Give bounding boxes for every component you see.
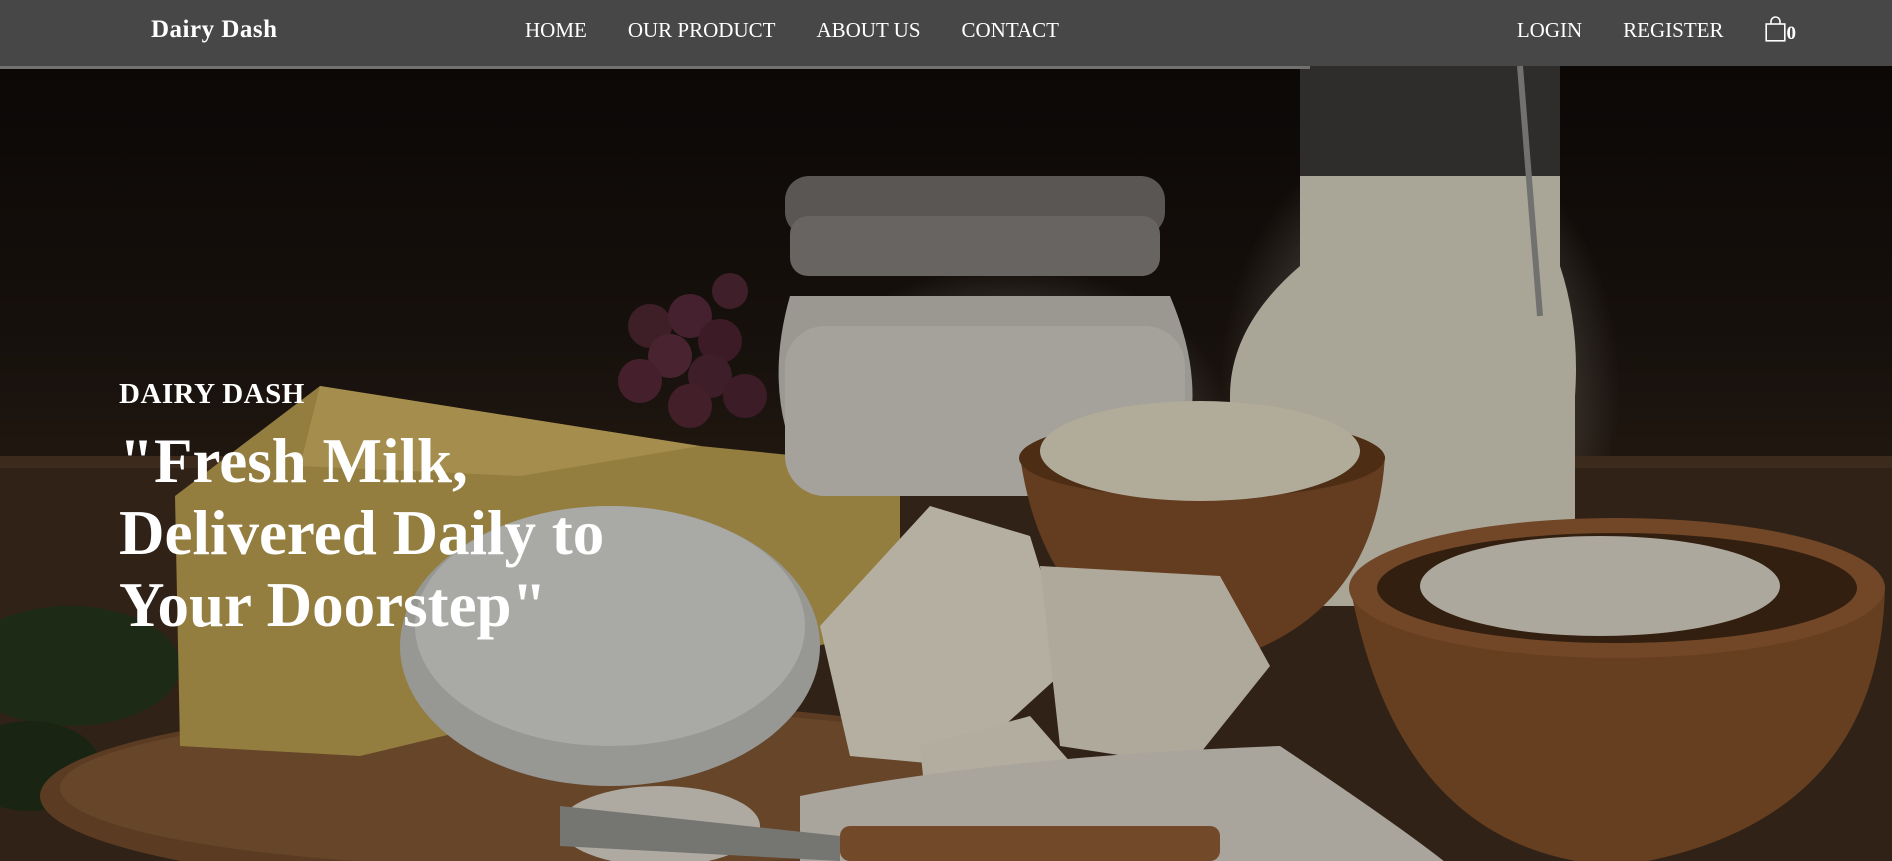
register-link[interactable]: REGISTER (1623, 18, 1723, 43)
cart-button[interactable]: 0 (1764, 15, 1797, 44)
main-nav: HOME OUR PRODUCT ABOUT US CONTACT (525, 18, 1059, 43)
nav-link-contact[interactable]: CONTACT (962, 18, 1059, 43)
hero-banner: DAIRY DASH "Fresh Milk, Delivered Daily … (0, 66, 1892, 861)
account-nav: LOGIN REGISTER 0 (1517, 15, 1797, 44)
hero-kicker: DAIRY DASH (119, 378, 305, 410)
hero-text-block: DAIRY DASH "Fresh Milk, Delivered Daily … (119, 378, 679, 641)
login-link[interactable]: LOGIN (1517, 18, 1582, 43)
brand-logo[interactable]: Dairy Dash (151, 16, 278, 44)
nav-link-about-us[interactable]: ABOUT US (816, 18, 920, 43)
nav-link-home[interactable]: HOME (525, 18, 587, 43)
nav-link-our-product[interactable]: OUR PRODUCT (628, 18, 776, 43)
navbar: Dairy Dash HOME OUR PRODUCT ABOUT US CON… (0, 0, 1892, 66)
hero-headline: "Fresh Milk, Delivered Daily to Your Doo… (119, 426, 605, 640)
cart-count: 0 (1786, 22, 1797, 44)
shopping-bag-icon (1764, 15, 1786, 42)
